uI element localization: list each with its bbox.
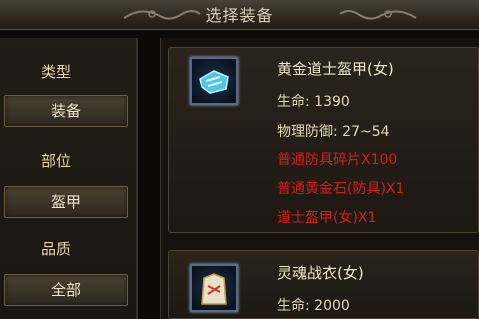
slot-select-button[interactable]: 盔甲 — [4, 186, 128, 218]
item-hp: 生命: 1390 — [277, 94, 350, 110]
requirement-3: 道士盔甲(女)X1 — [277, 210, 377, 226]
armor-item-icon — [190, 57, 238, 105]
item-defense: 物理防御: 27~54 — [277, 124, 390, 140]
requirement-1: 普通防具碎片X100 — [277, 152, 398, 168]
requirement-2: 普通黄金石(防具)X1 — [277, 181, 405, 197]
item-name: 黄金道士盔甲(女) — [277, 60, 394, 78]
right-ornament-icon — [339, 10, 417, 20]
item-name: 灵魂战衣(女) — [277, 264, 364, 282]
header-bar: 选择装备 — [0, 0, 479, 30]
type-select-button[interactable]: 装备 — [4, 95, 128, 127]
type-label: 类型 — [40, 63, 71, 81]
quality-label: 品质 — [40, 240, 71, 258]
item-hp: 生命: 2000 — [277, 298, 350, 314]
quality-select-button[interactable]: 全部 — [4, 274, 128, 306]
robe-item-icon — [190, 264, 238, 312]
slot-label: 部位 — [40, 152, 71, 170]
